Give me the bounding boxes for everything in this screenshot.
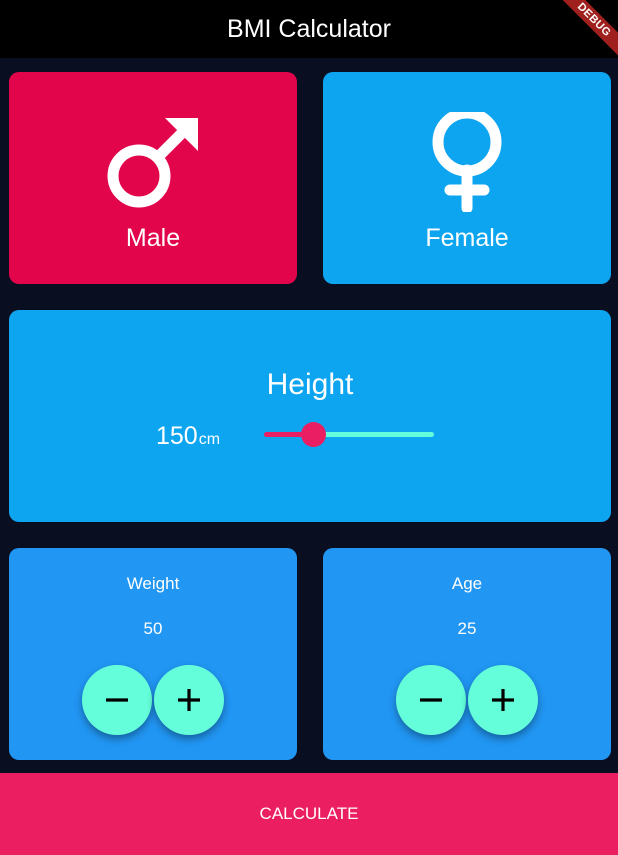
plus-icon [492,689,514,711]
height-card: Height 150 cm [9,310,611,522]
male-card[interactable]: Male [9,72,297,284]
height-title: Height [266,368,354,401]
age-value: 25 [457,619,477,638]
age-decrement-button[interactable] [396,665,466,735]
weight-card: Weight 50 [9,548,297,760]
weight-decrement-button[interactable] [82,665,152,735]
weight-label: Weight [126,574,180,593]
weight-increment-button[interactable] [154,665,224,735]
male-label: Male [125,224,181,252]
age-label: Age [451,574,483,593]
female-label: Female [425,224,509,252]
minus-icon [420,698,442,702]
slider-thumb[interactable] [301,422,327,447]
calculate-button[interactable]: CALCULATE [0,773,618,855]
plus-icon [178,689,200,711]
weight-value: 50 [143,619,163,638]
male-symbol-icon [107,118,198,208]
height-slider[interactable] [254,422,444,447]
app-title: BMI Calculator [227,14,391,43]
calculate-label: CALCULATE [259,804,359,823]
female-symbol-icon [432,112,502,212]
height-readout: 150 cm [156,422,220,451]
age-card: Age 25 [323,548,611,760]
age-increment-button[interactable] [468,665,538,735]
app-bar: BMI Calculator [0,0,618,58]
height-value: 150 [156,422,198,450]
slider-track-inactive [313,432,434,437]
height-unit: cm [198,431,221,448]
female-card[interactable]: Female [323,72,611,284]
minus-icon [106,698,128,702]
